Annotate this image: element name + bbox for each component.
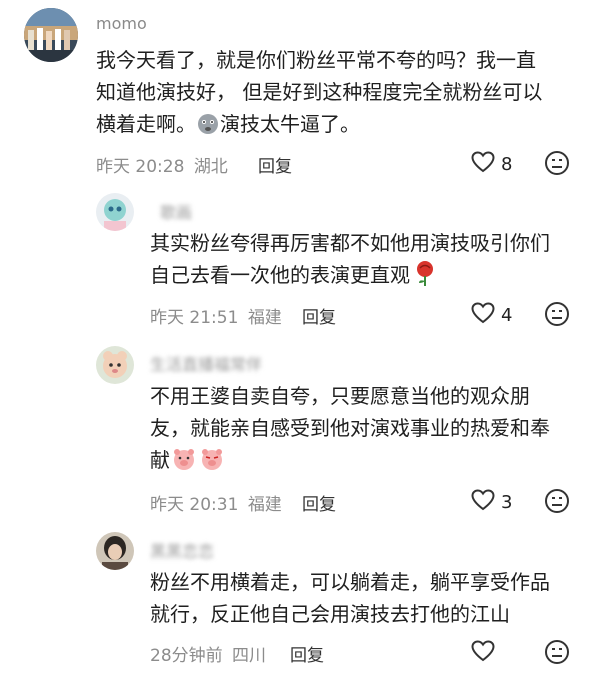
pig-face-emoji-icon — [200, 447, 224, 480]
comment-line: 横着走啊。 演技太牛逼了。 — [96, 108, 542, 144]
comment-time: 昨天 20:28 — [96, 157, 185, 177]
comment-time: 昨天 21:51 — [150, 308, 239, 328]
comment-line: 就行，反正他自己会用演技去打他的江山 — [150, 602, 510, 626]
neutral-face-icon — [545, 151, 569, 175]
like-count: 3 — [501, 491, 513, 513]
heart-icon — [471, 302, 495, 328]
avatar[interactable] — [24, 8, 78, 62]
comment-location: 湖北 — [193, 157, 228, 177]
comment-time: 昨天 20:31 — [150, 495, 239, 515]
like-button[interactable]: 3 — [471, 488, 512, 516]
comment-text: 粉丝不用横着走，可以躺着走，躺平享受作品 就行，反正他自己会用演技去打他的江山 — [150, 566, 550, 630]
heart-icon — [471, 151, 495, 177]
comment-username[interactable]: 黑黑恋恋 — [150, 538, 214, 562]
dislike-button[interactable] — [544, 301, 570, 327]
like-count: 8 — [501, 153, 513, 175]
comment-line: 其实粉丝夸得再厉害都不如他用演技吸引你们 — [150, 231, 550, 255]
comment-text: 我今天看了，就是你们粉丝平常不夸的吗？我一直 知道他演技好， 但是好到这种程度完… — [96, 44, 542, 144]
comment-username[interactable]: 生活直播福常伴 — [150, 351, 262, 375]
avatar[interactable] — [96, 346, 134, 384]
heart-icon — [471, 489, 495, 515]
dislike-button[interactable] — [544, 150, 570, 176]
rose-emoji-icon — [414, 260, 436, 295]
comment-meta: 28分钟前 四川 — [150, 641, 266, 666]
comment-line-part: 自己去看一次他的表演更直观 — [150, 263, 410, 287]
neutral-face-icon — [545, 640, 569, 664]
comment-line-part: 献 — [150, 448, 170, 472]
comment-text: 其实粉丝夸得再厉害都不如他用演技吸引你们 自己去看一次他的表演更直观 — [150, 227, 550, 295]
comment-time: 28分钟前 — [150, 646, 223, 666]
like-button[interactable]: 8 — [471, 150, 512, 178]
avatar[interactable] — [96, 193, 134, 231]
comment-line-part: 演技太牛逼了。 — [220, 112, 360, 136]
comment-location: 福建 — [247, 495, 282, 515]
comment-text: 不用王婆自卖自夸，只要愿意当他的观众朋 友，就能亲自感受到他对演戏事业的热爱和奉… — [150, 380, 550, 480]
comment-line-part: 横着走啊。 — [96, 112, 196, 136]
comment-username[interactable]: momo — [96, 14, 147, 33]
comment-username[interactable]: 歌画 — [160, 199, 192, 223]
like-count: 4 — [501, 304, 513, 326]
comment-line: 知道他演技好， 但是好到这种程度完全就粉丝可以 — [96, 80, 543, 104]
dislike-button[interactable] — [544, 488, 570, 514]
dislike-button[interactable] — [544, 639, 570, 665]
comment-line: 不用王婆自卖自夸，只要愿意当他的观众朋 — [150, 384, 530, 408]
neutral-face-icon — [545, 489, 569, 513]
comment-location: 四川 — [232, 646, 267, 666]
comment-meta: 昨天 20:31 福建 — [150, 490, 282, 515]
comment-line: 粉丝不用横着走，可以躺着走，躺平享受作品 — [150, 570, 550, 594]
comment-line: 献 — [150, 444, 550, 480]
reply-button[interactable]: 回复 — [302, 303, 336, 328]
reply-button[interactable]: 回复 — [258, 152, 292, 177]
avatar[interactable] — [96, 532, 134, 570]
heart-icon — [471, 640, 495, 666]
neutral-face-icon — [545, 302, 569, 326]
comment-line: 自己去看一次他的表演更直观 — [150, 259, 550, 295]
reply-button[interactable]: 回复 — [302, 490, 336, 515]
comment-location: 福建 — [247, 308, 282, 328]
crying-emoji-icon — [196, 111, 220, 144]
comment-line: 我今天看了，就是你们粉丝平常不夸的吗？我一直 — [96, 48, 536, 72]
pig-face-emoji-icon — [172, 447, 196, 480]
comment-line: 友，就能亲自感受到他对演戏事业的热爱和奉 — [150, 416, 550, 440]
like-button[interactable]: 4 — [471, 301, 512, 329]
comment-meta: 昨天 20:28 湖北 — [96, 152, 228, 177]
like-button[interactable] — [471, 639, 501, 667]
comment-meta: 昨天 21:51 福建 — [150, 303, 282, 328]
reply-button[interactable]: 回复 — [290, 641, 324, 666]
